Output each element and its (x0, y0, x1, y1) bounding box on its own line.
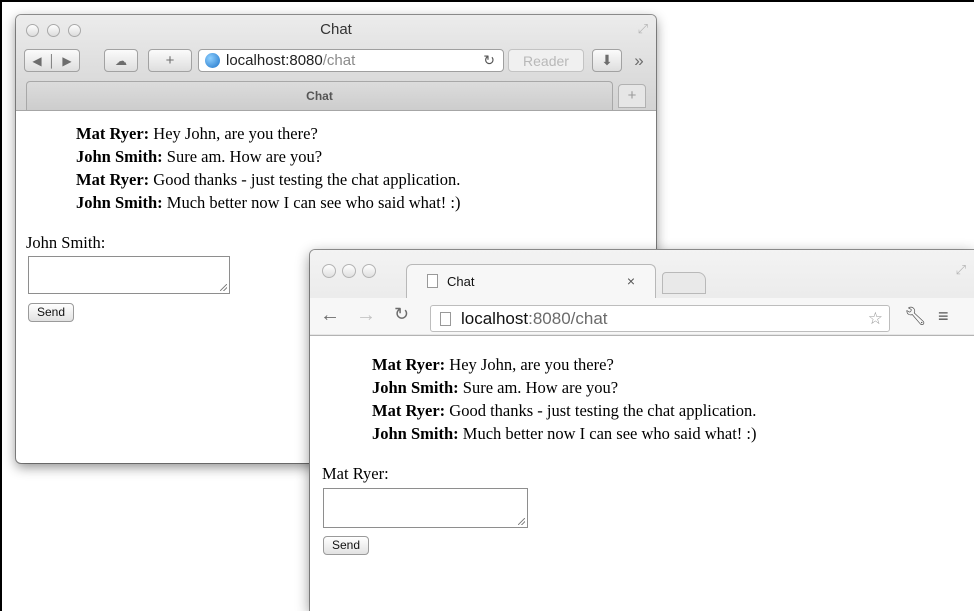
reader-button[interactable]: Reader (508, 49, 584, 72)
window-title: Chat (320, 21, 352, 38)
tab-bar: Chat + (16, 81, 656, 110)
message-list: Mat Ryer: Hey John, are you there? John … (76, 122, 460, 214)
forward-icon[interactable]: → (356, 304, 376, 327)
message-text: Much better now I can see who said what!… (162, 193, 461, 212)
message-item: Mat Ryer: Hey John, are you there? (372, 353, 756, 376)
safari-toolbar: Chat ⤢ ◀ │ ▶ ☁ + localhost:8080/chat ↻ R… (16, 15, 656, 111)
forward-icon[interactable]: ▶ (62, 54, 71, 68)
message-author: John Smith: (372, 378, 459, 397)
toolbar-overflow-button[interactable]: » (626, 49, 652, 72)
message-textarea[interactable] (323, 488, 528, 528)
message-item: John Smith: Much better now I can see wh… (76, 191, 460, 214)
back-forward-buttons[interactable]: ◀ │ ▶ (24, 49, 80, 72)
message-text: Hey John, are you there? (149, 124, 318, 143)
address-host: localhost:8080 (226, 52, 323, 69)
star-icon[interactable]: ☆ (868, 309, 883, 329)
message-item: Mat Ryer: Good thanks - just testing the… (76, 168, 460, 191)
message-author: John Smith: (372, 424, 459, 443)
message-item: John Smith: Sure am. How are you? (76, 145, 460, 168)
send-button[interactable]: Send (323, 536, 370, 555)
fullscreen-icon[interactable]: ⤢ (956, 262, 966, 278)
tab-chat[interactable]: Chat × (406, 264, 656, 298)
zoom-window-button[interactable] (362, 264, 376, 278)
back-icon[interactable]: ← (320, 304, 340, 327)
message-text: Sure am. How are you? (162, 147, 323, 166)
message-textarea[interactable] (28, 256, 230, 294)
page-icon (440, 311, 451, 326)
downloads-button[interactable]: ⬇ (592, 49, 622, 72)
message-item: Mat Ryer: Hey John, are you there? (76, 122, 460, 145)
back-icon[interactable]: ◀ (32, 54, 41, 68)
download-icon: ⬇ (601, 52, 613, 68)
message-item: John Smith: Sure am. How are you? (372, 376, 756, 399)
address-path: /chat (322, 52, 356, 69)
tab-chat[interactable]: Chat (26, 81, 613, 110)
minimize-window-button[interactable] (342, 264, 356, 278)
close-window-button[interactable] (322, 264, 336, 278)
user-name-label: John Smith: (26, 233, 106, 252)
message-text: Hey John, are you there? (445, 355, 614, 374)
message-author: Mat Ryer: (372, 355, 446, 374)
message-item: John Smith: Much better now I can see wh… (372, 422, 756, 445)
reload-icon[interactable]: ↻ (483, 52, 495, 69)
globe-icon (205, 53, 220, 68)
message-author: Mat Ryer: (372, 401, 446, 420)
icloud-tabs-button[interactable]: ☁ (104, 49, 138, 72)
message-text: Sure am. How are you? (458, 378, 619, 397)
omnibox[interactable]: localhost:8080/chat ☆ (430, 305, 890, 332)
new-tab-button[interactable] (662, 272, 706, 294)
chrome-toolbar: Chat × ⤢ ← → ↻ localhost:8080/chat ☆ 🔧︎ … (310, 250, 974, 336)
user-name-label: Mat Ryer: (322, 464, 389, 483)
message-item: Mat Ryer: Good thanks - just testing the… (372, 399, 756, 422)
cloud-icon: ☁ (115, 53, 127, 68)
fullscreen-icon[interactable]: ⤢ (638, 21, 648, 37)
new-tab-button[interactable]: + (618, 84, 646, 108)
address-host: localhost (461, 308, 529, 328)
navigation-toolbar: ← → ↻ localhost:8080/chat ☆ 🔧︎ ≡ (310, 298, 974, 334)
page-icon (427, 274, 438, 288)
address-bar[interactable]: localhost:8080/chat ↻ (198, 49, 504, 72)
message-text: Good thanks - just testing the chat appl… (149, 170, 461, 189)
message-author: Mat Ryer: (76, 124, 150, 143)
tab-title: Chat (447, 274, 475, 289)
plus-icon: + (165, 52, 175, 69)
message-author: John Smith: (76, 147, 163, 166)
menu-icon[interactable]: ≡ (938, 306, 949, 327)
message-author: John Smith: (76, 193, 163, 212)
message-author: Mat Ryer: (76, 170, 150, 189)
chrome-window: Chat × ⤢ ← → ↻ localhost:8080/chat ☆ 🔧︎ … (310, 250, 974, 611)
address-path: :8080/chat (528, 308, 608, 328)
message-text: Much better now I can see who said what!… (458, 424, 757, 443)
window-controls (322, 264, 376, 278)
message-list: Mat Ryer: Hey John, are you there? John … (372, 353, 756, 445)
send-button[interactable]: Send (28, 303, 75, 322)
wrench-icon[interactable]: 🔧︎ (904, 306, 927, 327)
reload-icon[interactable]: ↻ (394, 304, 409, 325)
add-bookmark-button[interactable]: + (148, 49, 192, 72)
message-text: Good thanks - just testing the chat appl… (445, 401, 757, 420)
close-tab-icon[interactable]: × (627, 273, 635, 289)
